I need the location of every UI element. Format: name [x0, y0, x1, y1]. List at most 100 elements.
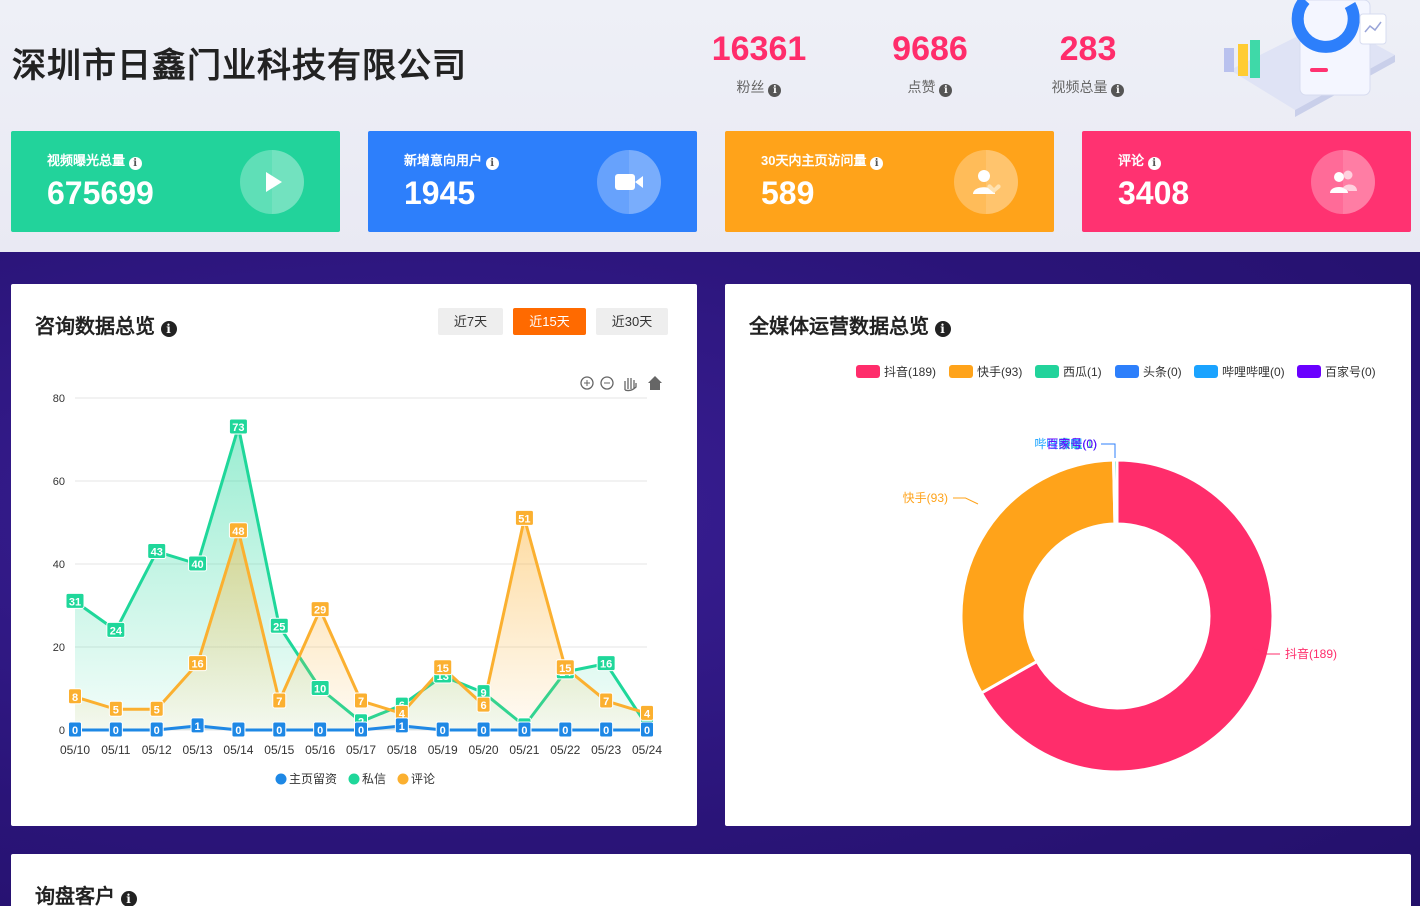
- data-label: 73: [232, 422, 244, 434]
- legend-label: 西瓜(1): [1063, 365, 1102, 379]
- company-name: 深圳市日鑫门业科技有限公司: [12, 47, 467, 85]
- media-donut-chart: 抖音(189)快手(93)西瓜(1)头条(0)哔哩哔哩(0)百家号(0): [903, 436, 1337, 774]
- info-icon[interactable]: i: [870, 157, 884, 170]
- legend-label[interactable]: 私信: [362, 772, 386, 786]
- data-label: 0: [358, 725, 364, 737]
- legend-label[interactable]: 评论: [411, 772, 435, 786]
- legend-item[interactable]: 西瓜(1): [1035, 363, 1102, 380]
- donut-slice[interactable]: [1112, 458, 1119, 526]
- y-tick-label: 80: [53, 393, 65, 405]
- media-title: 全媒体运营数据总览: [749, 316, 929, 338]
- legend-swatch: [949, 365, 973, 378]
- legend-label: 哔哩哔哩(0): [1222, 365, 1285, 379]
- range-15-days-button[interactable]: 近15天: [513, 308, 586, 335]
- legend-item[interactable]: 哔哩哔哩(0): [1194, 363, 1285, 380]
- data-label: 25: [273, 621, 285, 633]
- x-tick-label: 05/11: [101, 743, 130, 757]
- consult-panel: 咨询数据总览 i 近7天 近15天 近30天 0 20 40 60 80 05/10 05/…: [11, 284, 697, 826]
- info-icon[interactable]: i: [1147, 157, 1161, 170]
- legend-swatch: [1297, 365, 1321, 378]
- card-value: 589: [761, 175, 815, 211]
- y-tick-label: 60: [53, 476, 65, 488]
- inquiry-title: 询盘客户: [35, 886, 115, 906]
- consult-title: 咨询数据总览: [35, 316, 155, 338]
- data-label: 16: [191, 659, 203, 671]
- legend-item[interactable]: 头条(0): [1115, 363, 1182, 380]
- data-label: 40: [191, 559, 203, 571]
- x-tick-label: 05/16: [305, 743, 335, 757]
- data-label: 7: [603, 696, 609, 708]
- data-label: 7: [358, 696, 364, 708]
- x-tick-label: 05/14: [223, 743, 253, 757]
- range-7-days-button[interactable]: 近7天: [438, 308, 503, 335]
- data-label: 0: [317, 725, 323, 737]
- card-homepage-visits: 30天内主页访问量 i 589: [725, 131, 1054, 232]
- video-camera-icon: [597, 150, 661, 214]
- x-tick-label: 05/21: [509, 743, 539, 757]
- header: 深圳市日鑫门业科技有限公司 16361 粉丝 i 9686 点赞 i 283 视…: [0, 0, 1420, 252]
- data-label: 0: [521, 725, 527, 737]
- legend-dot[interactable]: [348, 773, 360, 785]
- x-tick-label: 05/23: [591, 743, 621, 757]
- x-tick-label: 05/13: [183, 743, 213, 757]
- x-tick-label: 05/10: [60, 743, 90, 757]
- x-tick-label: 05/15: [264, 743, 294, 757]
- legend-label: 抖音(189): [884, 365, 937, 379]
- data-label: 15: [559, 663, 571, 675]
- data-label: 0: [481, 725, 487, 737]
- card-title: 视频曝光总量: [47, 153, 126, 168]
- legend-item[interactable]: 快手(93): [949, 363, 1022, 380]
- data-label: 1: [195, 721, 201, 733]
- dashboard-illustration-icon: [1224, 0, 1395, 117]
- legend-label: 百家号(0): [1325, 365, 1376, 379]
- data-label: 8: [72, 692, 78, 704]
- legend-label: 头条(0): [1143, 365, 1182, 379]
- data-label: 16: [600, 659, 612, 671]
- info-icon[interactable]: i: [120, 891, 137, 906]
- slice-label: 抖音(189): [1285, 646, 1337, 661]
- data-label: 51: [518, 513, 530, 525]
- stat-videos-value: 283: [1059, 30, 1117, 68]
- x-tick-label: 05/18: [387, 743, 417, 757]
- inquiry-panel: 询盘客户 i: [11, 854, 1411, 906]
- range-30-days-button[interactable]: 近30天: [596, 308, 668, 335]
- users-icon: [1311, 150, 1375, 214]
- data-label: 29: [314, 605, 326, 617]
- y-tick-label: 20: [53, 642, 65, 654]
- info-icon[interactable]: i: [160, 321, 177, 337]
- x-tick-label: 05/19: [428, 743, 458, 757]
- data-label: 31: [69, 596, 81, 608]
- stat-fans-label: 粉丝: [736, 79, 765, 95]
- data-label: 48: [232, 526, 244, 538]
- legend-label: 快手(93): [977, 365, 1023, 379]
- card-video-exposure: 视频曝光总量 i 675699: [11, 131, 340, 232]
- user-heart-icon: [954, 150, 1018, 214]
- x-tick-label: 05/20: [469, 743, 499, 757]
- slice-label: 百家号(0): [1046, 436, 1097, 451]
- y-tick-label: 0: [59, 725, 65, 737]
- stat-likes-label: 点赞: [907, 79, 936, 95]
- legend-dot[interactable]: [397, 773, 409, 785]
- play-icon: [240, 150, 304, 214]
- legend-item[interactable]: 抖音(189): [856, 363, 936, 380]
- info-icon[interactable]: i: [939, 84, 953, 97]
- x-tick-label: 05/17: [346, 743, 376, 757]
- consult-line-chart: 02040608005/10 05/11 05/12 05/13 05/14 05/15 0…: [53, 393, 663, 786]
- info-icon[interactable]: i: [128, 157, 142, 170]
- slice-label: 快手(93): [903, 491, 948, 505]
- data-label: 0: [440, 725, 446, 737]
- donut-slice[interactable]: [959, 458, 1117, 696]
- legend-dot[interactable]: [275, 773, 287, 785]
- legend-item[interactable]: 百家号(0): [1297, 363, 1376, 380]
- card-value: 1945: [404, 175, 476, 211]
- info-icon[interactable]: i: [934, 321, 951, 337]
- data-label: 5: [113, 704, 119, 716]
- info-icon[interactable]: i: [1111, 84, 1125, 97]
- info-icon[interactable]: i: [485, 157, 499, 170]
- legend-label[interactable]: 主页留资: [289, 772, 337, 786]
- slice-label-line: [953, 497, 979, 505]
- x-tick-label: 05/12: [142, 743, 172, 757]
- info-icon[interactable]: i: [768, 84, 782, 97]
- card-title: 新增意向用户: [404, 153, 483, 168]
- legend-swatch: [1035, 365, 1059, 378]
